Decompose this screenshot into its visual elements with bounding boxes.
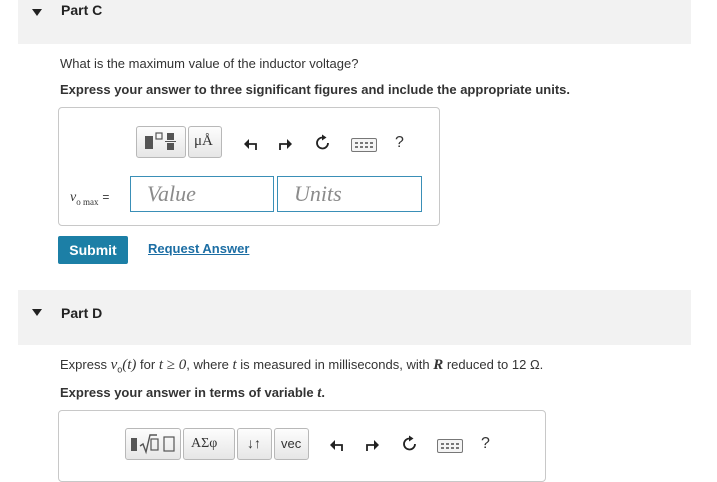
units-button[interactable]: μÅ [188,126,222,158]
redo-arrow-icon[interactable] [277,136,293,152]
part-d-question-pre: Express [60,357,111,372]
part-c-instruction: Express your answer to three significant… [60,82,570,97]
sort-button[interactable]: ↓↑ [237,428,272,460]
part-d-question-for: for [136,357,159,372]
keyboard-icon[interactable] [437,439,463,453]
t-ineq: t ≥ 0 [158,357,187,373]
part-d-question-where: , where [186,357,233,372]
vec-button-label: vec [281,436,302,451]
templates-icon [145,132,176,150]
greek-button[interactable]: ΑΣφ [183,428,235,460]
request-answer-link[interactable]: Request Answer [148,241,249,256]
reset-icon[interactable] [314,134,332,152]
part-d-instruction-pre: Express your answer in terms of variable [60,385,318,400]
part-c-question: What is the maximum value of the inducto… [60,56,359,71]
part-d-question: Express vo(t) for t ≥ 0, where t is meas… [60,357,543,375]
answer-label-sub: o max [76,196,99,207]
units-button-label: μÅ [194,133,213,149]
r-var: R [433,357,444,373]
answer-label-eq: = [102,190,110,204]
part-d-title: Part D [61,305,103,321]
undo-arrow-icon[interactable] [243,136,259,152]
part-c-header[interactable] [18,0,691,44]
collapse-triangle-icon[interactable] [32,309,42,316]
sort-button-label: ↓↑ [247,435,261,451]
part-d-question-end: reduced to 12 Ω. [443,357,544,372]
vo-arg: (t) [122,357,137,373]
undo-arrow-icon[interactable] [329,437,345,453]
templates-button[interactable] [136,126,186,158]
reset-icon[interactable] [401,435,419,453]
sqrt-templates-icon [131,434,175,455]
answer-label: vo max = [70,188,109,207]
help-button[interactable]: ? [395,135,404,151]
part-d-instruction: Express your answer in terms of variable… [60,385,325,402]
greek-button-label: ΑΣφ [191,436,218,451]
part-c-title: Part C [61,2,103,18]
collapse-triangle-icon[interactable] [32,9,42,16]
part-d-instruction-post: . [321,385,326,400]
part-d-header[interactable] [18,290,691,345]
redo-arrow-icon[interactable] [364,437,380,453]
help-button[interactable]: ? [481,436,490,452]
part-d-question-mid: is measured in milliseconds, with [236,357,434,372]
submit-button[interactable]: Submit [58,236,128,264]
keyboard-icon[interactable] [351,138,377,152]
value-input[interactable]: Value [130,176,274,212]
vec-button[interactable]: vec [274,428,309,460]
units-input[interactable]: Units [277,176,422,212]
sqrt-templates-button[interactable] [125,428,181,460]
